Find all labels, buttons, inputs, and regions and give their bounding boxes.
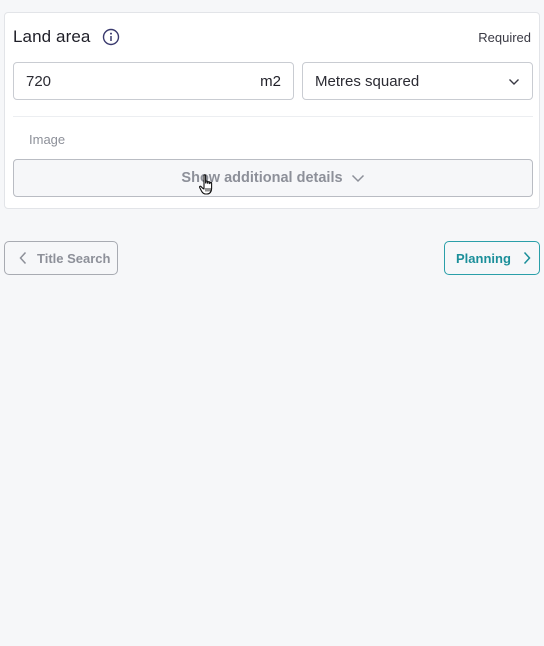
next-planning-button[interactable]: Planning [444, 241, 540, 275]
unit-select-value: Metres squared [315, 72, 420, 90]
unit-suffix: m2 [260, 72, 281, 90]
chevron-right-icon [523, 251, 531, 265]
info-icon[interactable] [102, 28, 120, 46]
chevron-left-icon [19, 251, 27, 265]
show-additional-details-button[interactable]: Show additional details [13, 159, 533, 197]
chevron-down-icon [508, 73, 520, 90]
hand-pointer-cursor-icon [198, 174, 216, 196]
chevron-down-icon [351, 174, 365, 183]
unit-select[interactable]: Metres squared [302, 62, 533, 100]
back-button-label: Title Search [37, 250, 111, 266]
back-title-search-button[interactable]: Title Search [4, 241, 118, 275]
card-header: Land area [13, 27, 120, 47]
land-area-value-input[interactable]: 720 m2 [13, 62, 294, 100]
image-label: Image [29, 132, 66, 147]
required-label: Required [478, 30, 531, 45]
land-area-title: Land area [13, 27, 91, 46]
divider [13, 116, 533, 117]
land-area-card: Land area Required 720 m2 Metres squared… [4, 12, 540, 209]
next-button-label: Planning [456, 250, 511, 266]
land-area-value: 720 [26, 72, 52, 90]
